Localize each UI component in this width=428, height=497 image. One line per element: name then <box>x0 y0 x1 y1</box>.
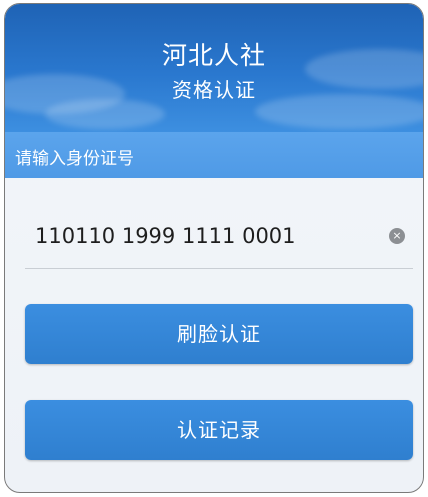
page-subtitle: 资格认证 <box>172 78 256 102</box>
id-label-bar: 请输入身份证号 <box>5 132 423 178</box>
header-banner: 河北人社 资格认证 <box>5 4 423 132</box>
id-number-field: × <box>25 216 413 269</box>
id-number-label: 请输入身份证号 <box>15 149 134 169</box>
face-auth-button[interactable]: 刷脸认证 <box>25 304 413 364</box>
app-card: 河北人社 资格认证 请输入身份证号 × 刷脸认证 认证记录 <box>4 3 424 493</box>
auth-records-button[interactable]: 认证记录 <box>25 400 413 460</box>
id-number-input[interactable] <box>35 224 365 248</box>
app-title: 河北人社 <box>161 41 266 70</box>
clear-circle-icon[interactable]: × <box>389 228 405 244</box>
